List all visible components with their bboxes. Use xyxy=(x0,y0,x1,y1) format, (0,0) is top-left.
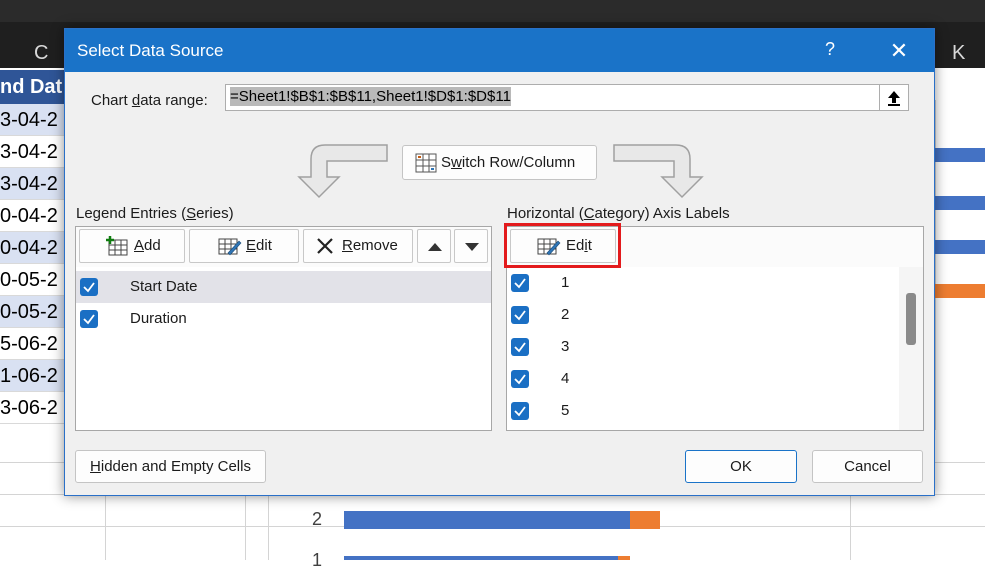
move-down-button[interactable] xyxy=(454,229,488,263)
column-letter-k[interactable]: K xyxy=(952,42,965,65)
checkmark-icon xyxy=(514,310,526,321)
checkmark-icon xyxy=(514,342,526,353)
add-table-icon xyxy=(106,236,128,256)
cancel-button[interactable]: Cancel xyxy=(812,450,923,483)
curved-arrow-right-icon xyxy=(613,144,704,199)
checkmark-icon xyxy=(514,278,526,289)
chart-bar-blue[interactable] xyxy=(935,196,985,210)
help-button[interactable]: ? xyxy=(820,39,840,63)
axis-label-item[interactable]: 1 xyxy=(507,267,897,299)
upload-arrow-icon xyxy=(888,91,900,106)
series-name: Duration xyxy=(130,310,187,327)
legend-entries-panel: Add Edit Remove Start Date Duration xyxy=(75,226,492,431)
ok-button[interactable]: OK xyxy=(685,450,797,483)
chart-bar-blue[interactable] xyxy=(344,511,630,529)
series-item-start-date[interactable]: Start Date xyxy=(76,271,491,303)
column-letter-c[interactable]: C xyxy=(34,42,48,65)
axis-label-item[interactable]: 5 xyxy=(507,395,897,427)
cell-end-date-header[interactable]: nd Dat xyxy=(0,70,64,104)
dialog-titlebar[interactable]: Select Data Source ? ✕ xyxy=(65,29,934,72)
triangle-up-icon xyxy=(428,243,442,251)
axis-label-value: 4 xyxy=(561,370,570,387)
axis-label-value: 1 xyxy=(561,274,570,291)
axis-label-item[interactable]: 2 xyxy=(507,299,897,331)
cell-end-date[interactable]: 3-06-2 xyxy=(0,392,64,424)
cell-end-date[interactable]: 3-04-2 xyxy=(0,104,64,136)
axis-label-checkbox[interactable] xyxy=(511,306,529,324)
axis-label-checkbox[interactable] xyxy=(511,338,529,356)
axis-label-value: 3 xyxy=(561,338,570,355)
highlight-box xyxy=(504,223,621,268)
chart-bar-blue[interactable] xyxy=(935,240,985,254)
axis-labels-label: Horizontal (Category) Axis Labels xyxy=(507,205,730,222)
cell-end-date[interactable]: 3-04-2 xyxy=(0,136,64,168)
remove-series-button[interactable]: Remove xyxy=(303,229,413,263)
chart-bar-blue[interactable] xyxy=(935,148,985,162)
cell-end-date[interactable]: 0-04-2 xyxy=(0,200,64,232)
switch-row-column-button[interactable]: Switch Row/Column xyxy=(402,145,597,180)
legend-toolbar: Add Edit Remove xyxy=(76,227,491,267)
add-series-button[interactable]: Add xyxy=(79,229,185,263)
cell-end-date[interactable]: 0-04-2 xyxy=(0,232,64,264)
axis-label-checkbox[interactable] xyxy=(511,370,529,388)
edit-series-button[interactable]: Edit xyxy=(189,229,299,263)
checkmark-icon xyxy=(514,406,526,417)
chart-range-label: Chart data range: xyxy=(91,92,208,109)
chart-axis-label: 1 xyxy=(312,550,323,570)
series-name: Start Date xyxy=(130,278,198,295)
axis-labels-scrollbar[interactable] xyxy=(899,267,923,430)
triangle-down-icon xyxy=(465,243,479,251)
axis-label-value: 5 xyxy=(561,402,570,419)
chart-bar-orange[interactable] xyxy=(630,511,660,529)
chart-bar-blue[interactable] xyxy=(344,556,618,560)
edit-table-icon xyxy=(218,238,242,256)
cell-end-date[interactable]: 1-06-2 xyxy=(0,360,64,392)
series-item-duration[interactable]: Duration xyxy=(76,303,491,335)
curved-arrow-left-icon xyxy=(297,144,388,199)
excel-ribbon-bar xyxy=(0,0,985,22)
axis-label-checkbox[interactable] xyxy=(511,274,529,292)
series-checkbox[interactable] xyxy=(80,310,98,328)
legend-entries-label: Legend Entries (Series) xyxy=(76,205,234,222)
chart-data-range-input[interactable]: =Sheet1!$B$1:$B$11,Sheet1!$D$1:$D$11 xyxy=(225,84,881,111)
cell-end-date[interactable]: 3-04-2 xyxy=(0,168,64,200)
collapse-dialog-button[interactable] xyxy=(879,84,909,111)
checkmark-icon xyxy=(83,282,95,293)
cell-end-date[interactable]: 5-06-2 xyxy=(0,328,64,360)
select-data-source-dialog: Select Data Source ? ✕ Chart data range:… xyxy=(64,28,935,496)
series-checkbox[interactable] xyxy=(80,278,98,296)
dialog-title: Select Data Source xyxy=(77,41,224,60)
remove-x-icon xyxy=(317,238,333,254)
axis-label-checkbox[interactable] xyxy=(511,402,529,420)
close-button[interactable]: ✕ xyxy=(885,37,913,65)
chart-bar-orange[interactable] xyxy=(935,284,985,298)
cell-end-date[interactable]: 0-05-2 xyxy=(0,264,64,296)
hidden-empty-cells-button[interactable]: Hidden and Empty Cells xyxy=(75,450,266,483)
move-up-button[interactable] xyxy=(417,229,451,263)
chart-axis-label: 2 xyxy=(312,509,323,529)
cell-end-date[interactable]: 0-05-2 xyxy=(0,296,64,328)
scrollbar-thumb[interactable] xyxy=(906,293,916,345)
axis-label-value: 2 xyxy=(561,306,570,323)
checkmark-icon xyxy=(514,374,526,385)
axis-label-item[interactable]: 3 xyxy=(507,331,897,363)
checkmark-icon xyxy=(83,314,95,325)
chart-bar-orange[interactable] xyxy=(618,556,630,560)
switch-grid-icon xyxy=(415,153,437,173)
axis-label-item[interactable]: 4 xyxy=(507,363,897,395)
